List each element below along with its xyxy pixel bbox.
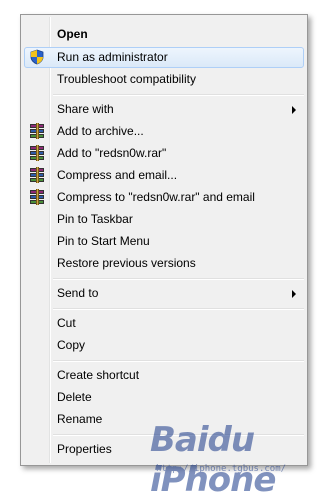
menu-item-label: Create shortcut [57, 368, 140, 382]
menu-item-send-to[interactable]: Send to [24, 283, 304, 304]
menu-separator [53, 360, 304, 362]
winrar-icon [29, 145, 45, 161]
menu-item-restore-previous-versions[interactable]: Restore previous versions [24, 253, 304, 274]
winrar-icon [29, 167, 45, 183]
menu-item-add-to-archive[interactable]: Add to archive... [24, 121, 304, 142]
menu-separator [53, 94, 304, 96]
winrar-icon [29, 123, 45, 139]
menu-item-add-to-rar[interactable]: Add to "redsn0w.rar" [24, 143, 304, 164]
submenu-arrow-icon [292, 290, 296, 298]
context-menu: Open Run as administrator Troubleshoot c… [20, 14, 308, 466]
menu-item-label: Open [57, 27, 88, 41]
menu-item-delete[interactable]: Delete [24, 387, 304, 408]
menu-item-label: Share with [57, 102, 114, 116]
menu-item-label: Run as administrator [57, 50, 168, 64]
menu-item-troubleshoot-compatibility[interactable]: Troubleshoot compatibility [24, 69, 304, 90]
menu-item-copy[interactable]: Copy [24, 335, 304, 356]
menu-item-compress-and-email[interactable]: Compress and email... [24, 165, 304, 186]
menu-item-label: Cut [57, 316, 76, 330]
menu-item-label: Compress and email... [57, 168, 178, 182]
menu-item-label: Rename [57, 412, 103, 426]
menu-item-label: Add to "redsn0w.rar" [57, 146, 167, 160]
menu-item-label: Delete [57, 390, 92, 404]
menu-item-label: Restore previous versions [57, 256, 196, 270]
menu-item-cut[interactable]: Cut [24, 313, 304, 334]
watermark-url: http://iphone.tgbus.com/ [156, 464, 287, 474]
watermark-logo: Baidu iPhone http://iphone.tgbus.com/ [150, 416, 320, 500]
winrar-icon [29, 189, 45, 205]
watermark-brand: Baidu iPhone [150, 420, 276, 500]
menu-separator [53, 278, 304, 280]
menu-item-pin-to-taskbar[interactable]: Pin to Taskbar [24, 209, 304, 230]
menu-item-open[interactable]: Open [24, 24, 304, 45]
menu-item-label: Compress to "redsn0w.rar" and email [57, 190, 255, 204]
menu-item-label: Copy [57, 338, 86, 352]
menu-item-run-as-administrator[interactable]: Run as administrator [24, 47, 304, 68]
submenu-arrow-icon [292, 106, 296, 114]
menu-item-compress-to-rar-and-email[interactable]: Compress to "redsn0w.rar" and email [24, 187, 304, 208]
menu-item-label: Properties [57, 442, 112, 456]
menu-item-label: Send to [57, 286, 99, 300]
menu-item-label: Troubleshoot compatibility [57, 72, 196, 86]
menu-item-label: Pin to Start Menu [57, 234, 150, 248]
menu-item-label: Add to archive... [57, 124, 144, 138]
menu-item-share-with[interactable]: Share with [24, 99, 304, 120]
menu-item-create-shortcut[interactable]: Create shortcut [24, 365, 304, 386]
menu-separator [53, 308, 304, 310]
menu-item-pin-to-start-menu[interactable]: Pin to Start Menu [24, 231, 304, 252]
menu-item-label: Pin to Taskbar [57, 212, 133, 226]
uac-shield-icon [29, 49, 45, 65]
